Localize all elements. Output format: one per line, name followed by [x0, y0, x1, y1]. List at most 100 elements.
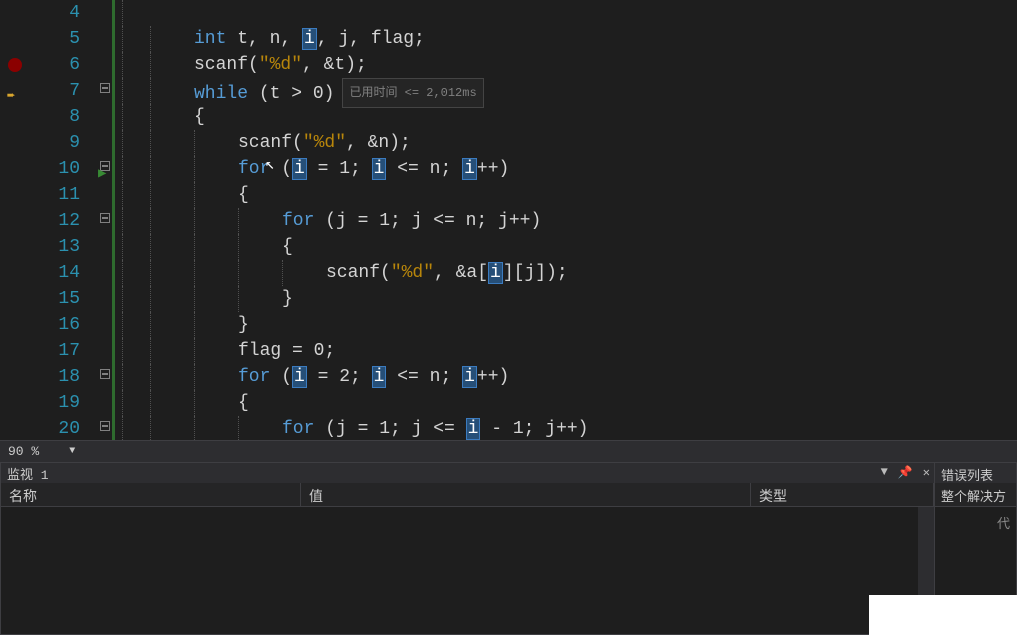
pin-icon[interactable]: 📌 — [898, 465, 913, 480]
code-token: { — [194, 107, 205, 127]
code-line[interactable]: int t, n, i, j, flag; — [116, 26, 1017, 52]
code-line[interactable]: { — [116, 182, 1017, 208]
indent-guide — [122, 312, 150, 338]
indent-guide — [150, 182, 194, 208]
indent-guide — [194, 364, 238, 390]
zoom-dropdown-icon[interactable]: ▼ — [61, 446, 83, 457]
fold-toggle-icon[interactable] — [100, 369, 110, 379]
indent-guide — [238, 286, 282, 312]
indent-guide — [122, 260, 150, 286]
error-list-filter[interactable]: 整个解决方 — [935, 483, 1016, 507]
indent-guide — [238, 260, 282, 286]
code-line[interactable]: scanf("%d", &a[i][j]); — [116, 260, 1017, 286]
code-line[interactable] — [116, 0, 1017, 26]
indent-guide — [122, 130, 150, 156]
code-token: flag = 0; — [238, 341, 335, 361]
watch-panel-title-bar[interactable]: 监视 1 ▼ 📌 ✕ — [1, 463, 934, 483]
zoom-bar: 90 % ▼ — [0, 440, 1017, 462]
execution-pointer-icon: ▶ — [98, 161, 106, 187]
indent-guide — [150, 338, 194, 364]
indent-guide — [150, 26, 194, 52]
line-number: 14 — [28, 260, 80, 286]
code-token: - 1; j++) — [480, 419, 588, 439]
code-token: "%d" — [303, 133, 346, 153]
indent-guide — [150, 156, 194, 182]
code-token: int — [194, 29, 226, 49]
indent-guide — [150, 416, 194, 442]
watch-body[interactable] — [1, 507, 934, 634]
code-line[interactable]: for (i = 2; i <= n; i++) — [116, 364, 1017, 390]
code-token: ++) — [477, 159, 509, 179]
code-line[interactable]: { — [116, 234, 1017, 260]
code-token: scanf( — [326, 263, 391, 283]
code-token: i — [488, 262, 503, 284]
breakpoint-icon[interactable] — [8, 58, 22, 72]
code-line[interactable]: flag = 0; — [116, 338, 1017, 364]
code-token: , j, flag; — [317, 29, 425, 49]
watch-col-type[interactable]: 类型 — [751, 483, 934, 506]
fold-toggle-icon[interactable] — [100, 213, 110, 223]
indent-guide — [238, 234, 282, 260]
indent-guide — [150, 364, 194, 390]
code-line[interactable]: scanf("%d", &t); — [116, 52, 1017, 78]
watch-panel[interactable]: 监视 1 ▼ 📌 ✕ 名称 值 类型 — [0, 462, 935, 635]
code-token: i — [292, 366, 307, 388]
line-number: 15 — [28, 286, 80, 312]
watch-col-value[interactable]: 值 — [301, 483, 751, 506]
indent-guide — [194, 130, 238, 156]
line-number: 17 — [28, 338, 80, 364]
line-number: 16 — [28, 312, 80, 338]
line-number: 7 — [28, 78, 80, 104]
code-line[interactable]: { — [116, 104, 1017, 130]
indent-guide — [194, 390, 238, 416]
code-token: (j = 1; j <= — [314, 419, 465, 439]
code-token: scanf( — [238, 133, 303, 153]
indent-guide — [122, 26, 150, 52]
indent-guide — [150, 130, 194, 156]
code-line[interactable]: for (j = 1; j <= i - 1; j++) — [116, 416, 1017, 442]
code-token: ( — [270, 367, 292, 387]
close-icon[interactable]: ✕ — [923, 465, 930, 480]
line-number: 9 — [28, 130, 80, 156]
overlay-box — [869, 595, 1017, 635]
fold-toggle-icon[interactable] — [100, 83, 110, 93]
dropdown-icon[interactable]: ▼ — [881, 465, 888, 480]
code-token: i — [302, 28, 317, 50]
fold-gutter[interactable] — [98, 0, 112, 440]
indent-guide — [194, 312, 238, 338]
code-editor[interactable]: ➨ 456789101112131415161718192021 int t, … — [0, 0, 1017, 440]
code-token: ++) — [477, 367, 509, 387]
code-token: scanf( — [194, 55, 259, 75]
error-list-title: 错误列表 — [935, 463, 1016, 483]
indent-guide — [150, 390, 194, 416]
indent-guide — [194, 156, 238, 182]
code-line[interactable]: } — [116, 312, 1017, 338]
line-number: 5 — [28, 26, 80, 52]
line-number: 13 — [28, 234, 80, 260]
indent-guide — [122, 78, 150, 104]
indent-guide — [150, 78, 194, 104]
indent-guide — [122, 416, 150, 442]
line-number: 8 — [28, 104, 80, 130]
code-token: i — [466, 418, 481, 440]
zoom-level[interactable]: 90 % — [0, 444, 47, 459]
code-line[interactable]: scanf("%d", &n); — [116, 130, 1017, 156]
indent-guide — [194, 286, 238, 312]
code-token: = 1; — [307, 159, 372, 179]
code-line[interactable]: for (j = 1; j <= n; j++) — [116, 208, 1017, 234]
code-area[interactable]: int t, n, i, j, flag;scanf("%d", &t);whi… — [116, 0, 1017, 440]
code-line[interactable]: { — [116, 390, 1017, 416]
code-token: { — [282, 237, 293, 257]
indent-guide — [150, 208, 194, 234]
code-line[interactable]: } — [116, 286, 1017, 312]
indent-guide — [194, 208, 238, 234]
indent-guide — [150, 104, 194, 130]
watch-col-name[interactable]: 名称 — [1, 483, 301, 506]
glyph-margin[interactable]: ➨ — [0, 0, 28, 440]
code-token: for — [238, 367, 270, 387]
fold-toggle-icon[interactable] — [100, 421, 110, 431]
code-line[interactable]: while (t > 0)已用时间 <= 2,012ms — [116, 78, 1017, 104]
code-token: { — [238, 185, 249, 205]
code-token: , &t); — [302, 55, 367, 75]
code-line[interactable]: ▶for (i = 1; i <= n; i++) — [116, 156, 1017, 182]
